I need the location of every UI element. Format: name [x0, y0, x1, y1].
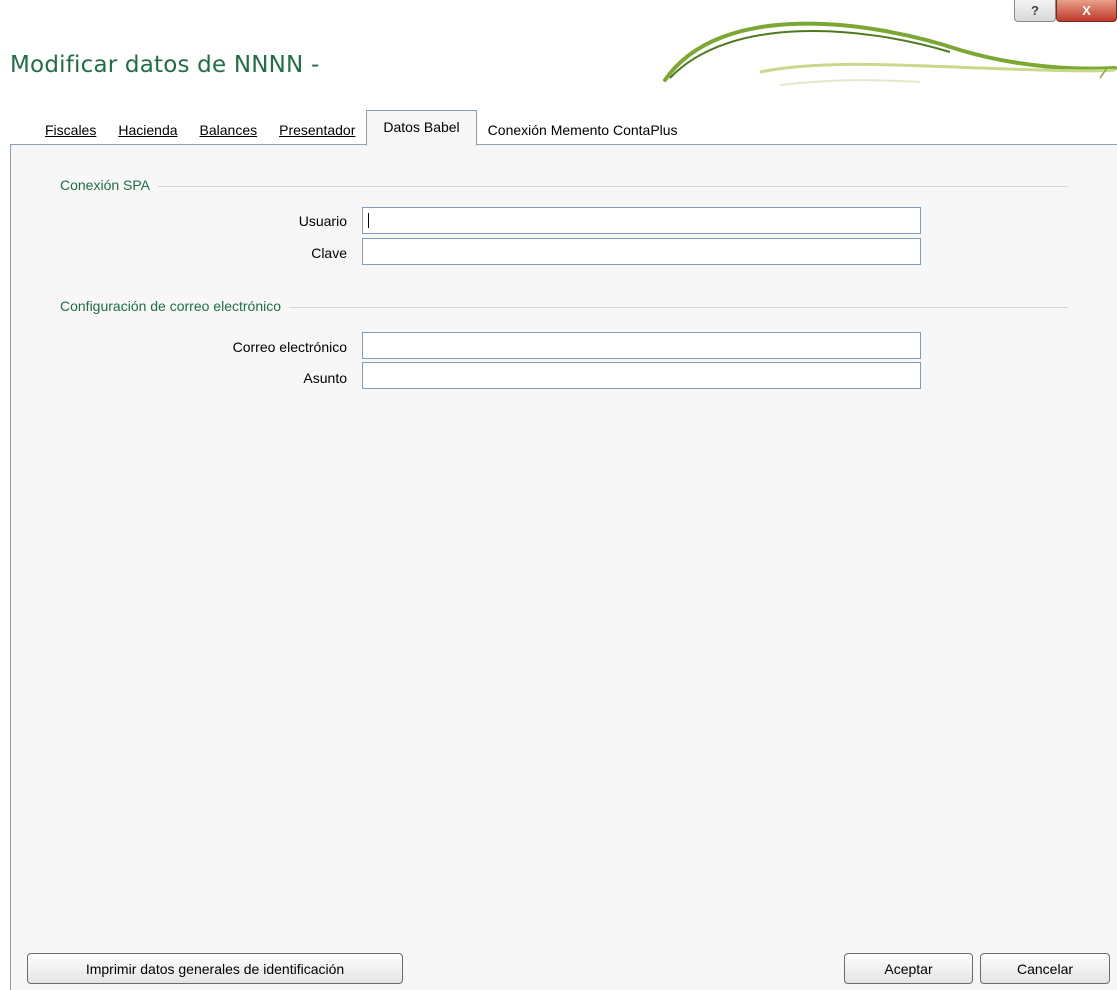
print-identification-button[interactable]: Imprimir datos generales de identificaci…	[27, 953, 403, 984]
tab-label: Balances	[199, 122, 258, 138]
accept-button[interactable]: Aceptar	[844, 953, 973, 984]
tab-datos-babel[interactable]: Datos Babel	[366, 110, 477, 146]
print-button-label: Imprimir datos generales de identificaci…	[85, 960, 345, 977]
accept-button-label: Aceptar	[884, 960, 933, 977]
tab-label: Fiscales	[45, 122, 97, 138]
text-caret	[368, 213, 369, 228]
clave-input[interactable]	[362, 238, 921, 265]
help-icon: ?	[1031, 3, 1039, 18]
section-divider	[60, 186, 1068, 187]
usuario-label: Usuario	[298, 213, 347, 229]
tab-fiscales[interactable]: Fiscales	[34, 115, 107, 145]
dialog-window: Modificar datos de NNNN - ? X Fiscales H…	[0, 0, 1117, 990]
close-button[interactable]: X	[1056, 0, 1117, 22]
tab-hacienda[interactable]: Hacienda	[107, 115, 188, 145]
correo-label: Correo electrónico	[232, 339, 347, 355]
dialog-title: Modificar datos de NNNN -	[10, 52, 320, 78]
tab-content-panel: Conexión SPA Usuario Clave Configuración…	[10, 144, 1117, 990]
section-title-conexion-spa: Conexión SPA	[60, 177, 159, 193]
tab-balances[interactable]: Balances	[189, 115, 269, 145]
asunto-input[interactable]	[362, 362, 921, 389]
section-title-correo: Configuración de correo electrónico	[60, 298, 290, 314]
close-icon: X	[1082, 3, 1091, 18]
cancel-button-label: Cancelar	[1016, 960, 1074, 977]
cancel-button[interactable]: Cancelar	[980, 953, 1110, 984]
tab-presentador[interactable]: Presentador	[268, 115, 366, 145]
tab-strip: Fiscales Hacienda Balances Presentador D…	[34, 109, 689, 146]
help-button[interactable]: ?	[1014, 0, 1056, 22]
correo-input[interactable]	[362, 332, 921, 359]
tab-label: Presentador	[279, 122, 356, 138]
tab-label: Hacienda	[118, 122, 178, 138]
decorative-swoosh-graphic	[663, 21, 1117, 86]
tab-label: Conexión Memento ContaPlus	[487, 122, 678, 138]
usuario-input[interactable]	[362, 207, 921, 234]
tab-label: Datos Babel	[383, 119, 460, 135]
asunto-label: Asunto	[303, 370, 347, 386]
clave-label: Clave	[311, 245, 347, 261]
tab-conexion-memento-contaplus[interactable]: Conexión Memento ContaPlus	[477, 115, 689, 145]
